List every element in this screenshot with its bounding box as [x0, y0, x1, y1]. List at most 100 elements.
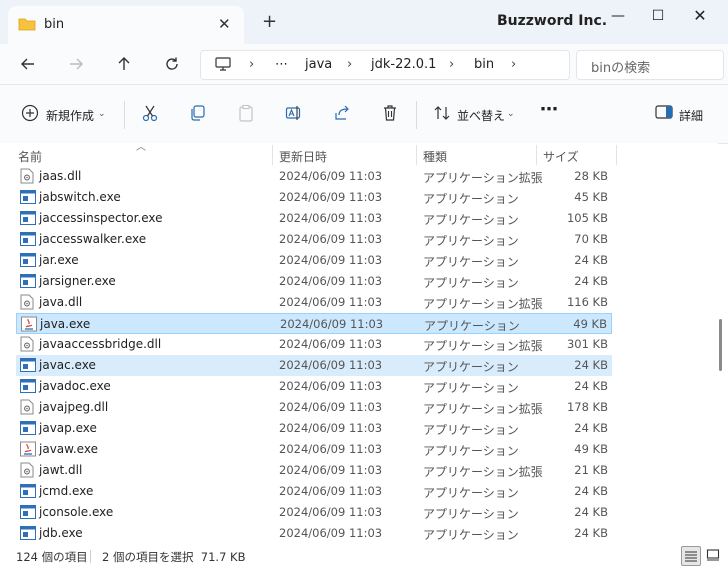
copy-icon	[191, 105, 205, 121]
file-type: アプリケーション拡張	[423, 402, 543, 416]
new-item-button[interactable]	[18, 104, 42, 126]
delete-button[interactable]	[378, 104, 402, 126]
command-bar: 新規作成 ⌄ 並べ替え ⌄ ⋯ 詳細	[0, 85, 728, 144]
details-view-button[interactable]	[681, 546, 701, 566]
file-row[interactable]: javajpeg.dll 2024/06/09 11:03 アプリケーション拡張 17…	[16, 397, 612, 418]
tiles-view-button[interactable]	[703, 546, 723, 566]
file-row[interactable]: jaccesswalker.exe 2024/06/09 11:03 アプリケーショ…	[16, 229, 612, 250]
dll-icon	[20, 462, 36, 478]
up-button[interactable]	[110, 51, 138, 77]
back-button[interactable]	[14, 51, 42, 77]
more-options-icon[interactable]: ⋯	[537, 99, 561, 121]
file-row[interactable]: javadoc.exe 2024/06/09 11:03 アプリケーション 24 KB	[16, 376, 612, 397]
file-row[interactable]: java.exe 2024/06/09 11:03 アプリケーション 49 KB	[16, 313, 612, 334]
file-row[interactable]: jconsole.exe 2024/06/09 11:03 アプリケーション 24 K…	[16, 502, 612, 523]
column-type[interactable]: 種類	[423, 148, 447, 165]
file-row[interactable]: jaccessinspector.exe 2024/06/09 11:03 アプリケ…	[16, 208, 612, 229]
arrow-left-icon	[21, 58, 34, 70]
share-button[interactable]	[330, 104, 354, 126]
breadcrumb-more[interactable]: ⋯	[275, 57, 288, 72]
file-row[interactable]: jaas.dll 2024/06/09 11:03 アプリケーション拡張 28 KB	[16, 166, 612, 187]
file-row[interactable]: javap.exe 2024/06/09 11:03 アプリケーション 24 KB	[16, 418, 612, 439]
file-date: 2024/06/09 11:03	[280, 317, 384, 331]
tab-bin[interactable]: bin ✕	[8, 6, 244, 44]
file-row[interactable]: jar.exe 2024/06/09 11:03 アプリケーション 24 KB	[16, 250, 612, 271]
new-item-label[interactable]: 新規作成	[46, 107, 94, 124]
file-size: 24 KB	[574, 274, 608, 288]
column-size[interactable]: サイズ	[543, 148, 579, 165]
column-divider[interactable]	[536, 145, 537, 165]
chevron-down-icon[interactable]: ⌄	[98, 109, 106, 119]
sort-button[interactable]	[430, 104, 454, 126]
column-header-row: ︿ 名前 更新日時 種類 サイズ	[0, 142, 718, 165]
file-row[interactable]: javac.exe 2024/06/09 11:03 アプリケーション 24 KB	[16, 355, 612, 376]
file-row[interactable]: javaaccessbridge.dll 2024/06/09 11:03 アプリケ…	[16, 334, 612, 355]
exe-icon	[20, 273, 36, 289]
copy-button[interactable]	[186, 104, 210, 126]
file-size: 24 KB	[574, 484, 608, 498]
file-name: javadoc.exe	[39, 379, 111, 393]
sort-label[interactable]: 並べ替え	[457, 107, 505, 124]
file-date: 2024/06/09 11:03	[279, 400, 383, 414]
file-name: jcmd.exe	[39, 484, 94, 498]
forward-button[interactable]	[62, 51, 90, 77]
chevron-right-icon[interactable]: ›	[249, 57, 254, 72]
column-divider[interactable]	[616, 145, 617, 165]
column-divider[interactable]	[272, 145, 273, 165]
details-pane-button[interactable]	[652, 104, 676, 126]
chevron-right-icon[interactable]: ›	[347, 57, 352, 72]
minimize-button[interactable]: —	[598, 6, 638, 30]
new-tab-button[interactable]: +	[262, 13, 277, 31]
file-row[interactable]: javaw.exe 2024/06/09 11:03 アプリケーション 49 KB	[16, 439, 612, 460]
vertical-scrollbar[interactable]	[718, 143, 724, 543]
scrollbar-thumb[interactable]	[719, 319, 722, 371]
search-input[interactable]: binの検索	[576, 50, 724, 80]
file-type: アプリケーション	[424, 319, 520, 333]
file-type: アプリケーション拡張	[423, 465, 543, 479]
maximize-button[interactable]: ☐	[638, 6, 678, 30]
exe-icon	[20, 504, 36, 520]
column-date[interactable]: 更新日時	[279, 148, 327, 165]
computer-icon[interactable]	[215, 57, 231, 75]
column-divider[interactable]	[416, 145, 417, 165]
chevron-down-icon[interactable]: ⌄	[507, 109, 515, 119]
file-size: 24 KB	[574, 379, 608, 393]
file-row[interactable]: jabswitch.exe 2024/06/09 11:03 アプリケーション 45 …	[16, 187, 612, 208]
file-row[interactable]: jarsigner.exe 2024/06/09 11:03 アプリケーション 24 …	[16, 271, 612, 292]
plus-circle-icon	[21, 104, 39, 122]
file-row[interactable]: jcmd.exe 2024/06/09 11:03 アプリケーション 24 KB	[16, 481, 612, 502]
file-date: 2024/06/09 11:03	[279, 274, 383, 288]
exe-icon	[20, 231, 36, 247]
address-bar[interactable]: › ⋯ java › jdk-22.0.1 › bin ›	[200, 50, 570, 80]
breadcrumb-java[interactable]: java	[305, 57, 332, 72]
file-row[interactable]: jawt.dll 2024/06/09 11:03 アプリケーション拡張 21 KB	[16, 460, 612, 481]
breadcrumb-bin[interactable]: bin	[474, 57, 494, 72]
chevron-right-icon[interactable]: ›	[511, 57, 516, 72]
tab-title: bin	[44, 17, 65, 32]
file-type: アプリケーション	[423, 381, 519, 395]
close-tab-icon[interactable]: ✕	[218, 15, 231, 33]
rename-button[interactable]	[282, 104, 306, 126]
java-exe-icon	[20, 441, 36, 457]
file-size: 24 KB	[574, 253, 608, 267]
column-name[interactable]: 名前	[18, 148, 42, 165]
breadcrumb-jdk[interactable]: jdk-22.0.1	[371, 57, 436, 72]
refresh-button[interactable]	[158, 51, 186, 77]
toolbar-divider	[124, 101, 125, 129]
sort-icon	[434, 106, 450, 120]
file-type: アプリケーション	[423, 507, 519, 521]
chevron-right-icon[interactable]: ›	[449, 57, 454, 72]
file-date: 2024/06/09 11:03	[279, 169, 383, 183]
file-size: 24 KB	[574, 421, 608, 435]
details-label[interactable]: 詳細	[679, 107, 703, 124]
close-window-button[interactable]: ✕	[680, 6, 720, 30]
file-type: アプリケーション拡張	[423, 297, 543, 311]
selection-info: 2 個の項目を選択 71.7 KB	[102, 550, 246, 564]
file-size: 21 KB	[574, 463, 608, 477]
file-type: アプリケーション	[423, 192, 519, 206]
paste-button[interactable]	[234, 104, 258, 126]
cut-button[interactable]	[138, 104, 162, 126]
file-row[interactable]: jdb.exe 2024/06/09 11:03 アプリケーション 24 KB	[16, 523, 612, 544]
toolbar-divider	[416, 101, 417, 129]
file-row[interactable]: java.dll 2024/06/09 11:03 アプリケーション拡張 116 KB	[16, 292, 612, 313]
